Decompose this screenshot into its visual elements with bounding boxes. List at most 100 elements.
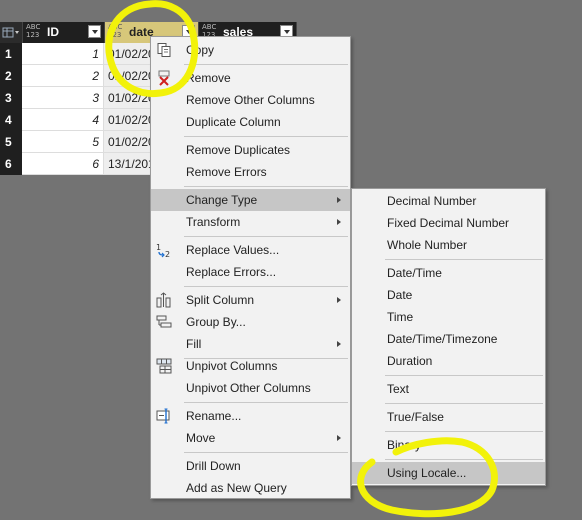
menu-item-label: Whole Number (387, 238, 468, 252)
submenu-item-using-locale[interactable]: Using Locale... (352, 462, 545, 484)
menu-separator (184, 402, 348, 403)
submenu-item-text[interactable]: Text (352, 378, 545, 400)
menu-item-label: Drill Down (186, 459, 241, 473)
menu-item-label: Date/Time (387, 266, 442, 280)
menu-item-label: Decimal Number (387, 194, 477, 208)
row-number: 3 (0, 87, 22, 109)
cell-id[interactable]: 1 (22, 43, 104, 65)
column-context-menu: Copy Remove Remove Other Columns Duplica… (150, 36, 351, 499)
menu-item-add-as-new-query[interactable]: Add as New Query (151, 477, 350, 499)
menu-item-label: Unpivot Other Columns (186, 381, 311, 395)
submenu-item-whole-number[interactable]: Whole Number (352, 234, 545, 256)
row-number: 2 (0, 65, 22, 87)
menu-item-label: Group By... (186, 315, 246, 329)
menu-item-label: Using Locale... (387, 466, 467, 480)
submenu-item-binary[interactable]: Binary (352, 434, 545, 456)
menu-separator (184, 136, 348, 137)
menu-item-move[interactable]: Move (151, 427, 350, 449)
submenu-item-true-false[interactable]: True/False (352, 406, 545, 428)
cell-id[interactable]: 3 (22, 87, 104, 109)
submenu-item-decimal-number[interactable]: Decimal Number (352, 190, 545, 212)
menu-item-label: Date/Time/Timezone (387, 332, 498, 346)
remove-column-icon (156, 70, 172, 86)
menu-item-label: Binary (387, 438, 422, 452)
change-type-submenu: Decimal Number Fixed Decimal Number Whol… (351, 188, 546, 486)
submenu-item-duration[interactable]: Duration (352, 350, 545, 372)
menu-item-change-type[interactable]: Change Type (151, 189, 350, 211)
menu-separator (184, 452, 348, 453)
cell-id[interactable]: 5 (22, 131, 104, 153)
menu-item-replace-errors[interactable]: Replace Errors... (151, 261, 350, 283)
menu-item-label: Time (387, 310, 414, 324)
cell-id[interactable]: 2 (22, 65, 104, 87)
menu-item-label: Copy (186, 43, 215, 57)
submenu-item-date[interactable]: Date (352, 284, 545, 306)
cell-id[interactable]: 6 (22, 153, 104, 175)
menu-separator (184, 286, 348, 287)
group-by-icon (156, 314, 172, 330)
menu-item-unpivot-columns[interactable]: Unpivot Columns (151, 355, 350, 377)
menu-item-split-column[interactable]: Split Column (151, 289, 350, 311)
menu-separator (184, 186, 348, 187)
menu-item-label: Move (186, 431, 216, 445)
menu-item-remove-errors[interactable]: Remove Errors (151, 161, 350, 183)
row-number: 4 (0, 109, 22, 131)
menu-separator (385, 459, 543, 460)
menu-item-remove[interactable]: Remove (151, 67, 350, 89)
menu-item-label: Date (387, 288, 413, 302)
menu-item-label: Text (387, 382, 410, 396)
submenu-arrow-icon (337, 435, 341, 441)
menu-separator (184, 64, 348, 65)
copy-icon (156, 42, 172, 58)
menu-item-label: Remove Duplicates (186, 143, 291, 157)
menu-item-rename[interactable]: Rename... (151, 405, 350, 427)
submenu-arrow-icon (337, 341, 341, 347)
menu-item-fill[interactable]: Fill (151, 333, 350, 355)
submenu-arrow-icon (337, 219, 341, 225)
split-column-icon (156, 292, 172, 308)
column-name: ID (47, 25, 59, 39)
menu-item-duplicate-column[interactable]: Duplicate Column (151, 111, 350, 133)
menu-item-label: Duration (387, 354, 433, 368)
rename-icon (156, 408, 172, 424)
unpivot-icon (156, 358, 172, 374)
type-any-icon: ABC 123 (108, 23, 123, 39)
submenu-item-fixed-decimal-number[interactable]: Fixed Decimal Number (352, 212, 545, 234)
menu-item-remove-other-columns[interactable]: Remove Other Columns (151, 89, 350, 111)
menu-item-transform[interactable]: Transform (151, 211, 350, 233)
cell-id[interactable]: 4 (22, 109, 104, 131)
menu-item-label: Unpivot Columns (186, 359, 278, 373)
menu-item-label: Replace Errors... (186, 265, 277, 279)
menu-item-replace-values[interactable]: 12 Replace Values... (151, 239, 350, 261)
menu-item-copy[interactable]: Copy (151, 39, 350, 61)
submenu-arrow-icon (337, 197, 341, 203)
menu-item-label: Replace Values... (186, 243, 280, 257)
menu-item-label: Fixed Decimal Number (387, 216, 510, 230)
row-number: 5 (0, 131, 22, 153)
menu-separator (385, 403, 543, 404)
submenu-item-date-time-timezone[interactable]: Date/Time/Timezone (352, 328, 545, 350)
svg-text:2: 2 (165, 250, 170, 258)
row-number: 6 (0, 153, 22, 175)
column-filter-button[interactable] (88, 25, 101, 38)
menu-item-label: Change Type (186, 193, 258, 207)
menu-separator (385, 431, 543, 432)
menu-separator (385, 375, 543, 376)
menu-item-label: Remove (186, 71, 231, 85)
type-any-icon: ABC 123 (26, 23, 41, 39)
table-menu-icon[interactable] (0, 22, 23, 43)
menu-item-unpivot-other-columns[interactable]: Unpivot Other Columns (151, 377, 350, 399)
menu-item-label: Rename... (186, 409, 242, 423)
menu-item-label: Fill (186, 337, 202, 351)
menu-item-remove-duplicates[interactable]: Remove Duplicates (151, 139, 350, 161)
menu-item-label: Remove Other Columns (186, 93, 315, 107)
submenu-item-date-time[interactable]: Date/Time (352, 262, 545, 284)
menu-item-label: True/False (387, 410, 444, 424)
menu-item-label: Add as New Query (186, 481, 287, 495)
svg-text:1: 1 (156, 243, 161, 252)
submenu-item-time[interactable]: Time (352, 306, 545, 328)
row-number: 1 (0, 43, 22, 65)
column-header-id[interactable]: ABC 123 ID (23, 22, 105, 43)
menu-item-drill-down[interactable]: Drill Down (151, 455, 350, 477)
menu-item-group-by[interactable]: Group By... (151, 311, 350, 333)
